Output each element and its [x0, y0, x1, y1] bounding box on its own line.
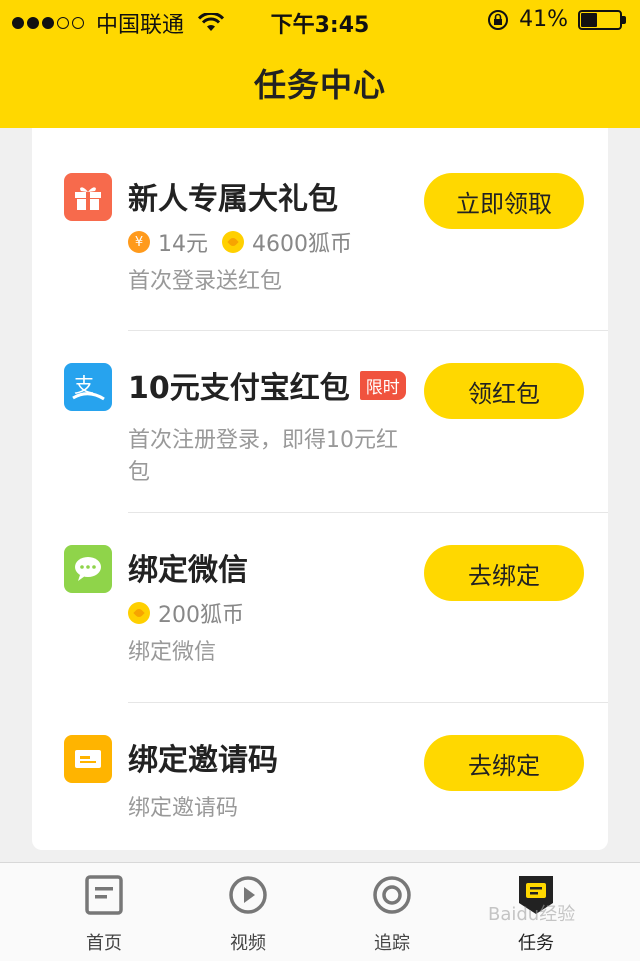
wechat-icon [64, 545, 112, 593]
reward-coins: 200狐币 [158, 603, 244, 628]
task-list-card: 新人专属大礼包 ¥ 14元 4600狐币 首次登录送红包 立即领取 支 10元支… [32, 128, 608, 850]
reward-yuan: 14元 [158, 232, 208, 257]
task-item-bind-invite-code: 绑定邀请码 绑定邀请码 去绑定 [32, 703, 608, 850]
task-title: 10元支付宝红包 限时 [128, 363, 406, 407]
header: 中国联通 下午3:45 41% 任务中心 [0, 0, 640, 128]
fox-coin-icon [128, 602, 150, 624]
alipay-icon: 支 [64, 363, 112, 411]
task-item-bind-wechat: 绑定微信 200狐币 绑定微信 去绑定 [32, 513, 608, 702]
claim-gift-button[interactable]: 立即领取 [424, 173, 584, 229]
track-target-icon [373, 876, 411, 914]
task-item-new-user-gift: 新人专属大礼包 ¥ 14元 4600狐币 首次登录送红包 立即领取 [32, 128, 608, 330]
rotation-lock-icon [488, 9, 509, 30]
bind-invite-code-button[interactable]: 去绑定 [424, 735, 584, 791]
tab-label: 任务 [518, 933, 554, 954]
task-title: 绑定微信 [128, 553, 248, 588]
tab-home[interactable]: 首页 [24, 863, 184, 961]
home-doc-icon [85, 875, 123, 915]
page-title: 任务中心 [253, 66, 386, 104]
task-title: 新人专属大礼包 [128, 182, 338, 217]
battery-percent: 41% [519, 7, 568, 32]
task-rewards: ¥ 14元 4600狐币 [128, 226, 352, 258]
task-title-text: 10元支付宝红包 [128, 371, 350, 406]
tab-video[interactable]: 视频 [168, 863, 328, 961]
tab-track[interactable]: 追踪 [312, 863, 472, 961]
watermark: Baidu经验 [488, 904, 576, 925]
invite-code-icon [64, 735, 112, 783]
task-rewards: 200狐币 [128, 597, 244, 629]
limited-time-badge: 限时 [359, 371, 406, 400]
yuan-coin-icon: ¥ [128, 231, 150, 253]
task-desc: 绑定邀请码 [128, 796, 239, 821]
get-redpacket-button[interactable]: 领红包 [424, 363, 584, 419]
task-desc: 首次注册登录，即得10元红包 [128, 428, 398, 485]
tab-label: 视频 [230, 933, 266, 954]
status-bar: 中国联通 下午3:45 41% [0, 0, 640, 40]
video-play-icon [229, 876, 267, 914]
task-item-alipay-redpacket: 支 10元支付宝红包 限时 首次注册登录，即得10元红包 领红包 [32, 331, 608, 513]
battery-icon [578, 9, 628, 30]
task-title: 绑定邀请码 [128, 743, 278, 778]
fox-coin-icon [222, 231, 244, 253]
task-desc: 绑定微信 [128, 640, 217, 665]
gift-icon [64, 173, 112, 221]
tab-label: 首页 [86, 933, 122, 954]
status-right: 41% [487, 7, 628, 32]
task-desc: 首次登录送红包 [128, 269, 283, 294]
bind-wechat-button[interactable]: 去绑定 [424, 545, 584, 601]
reward-coins: 4600狐币 [252, 232, 352, 257]
tab-label: 追踪 [374, 933, 410, 954]
